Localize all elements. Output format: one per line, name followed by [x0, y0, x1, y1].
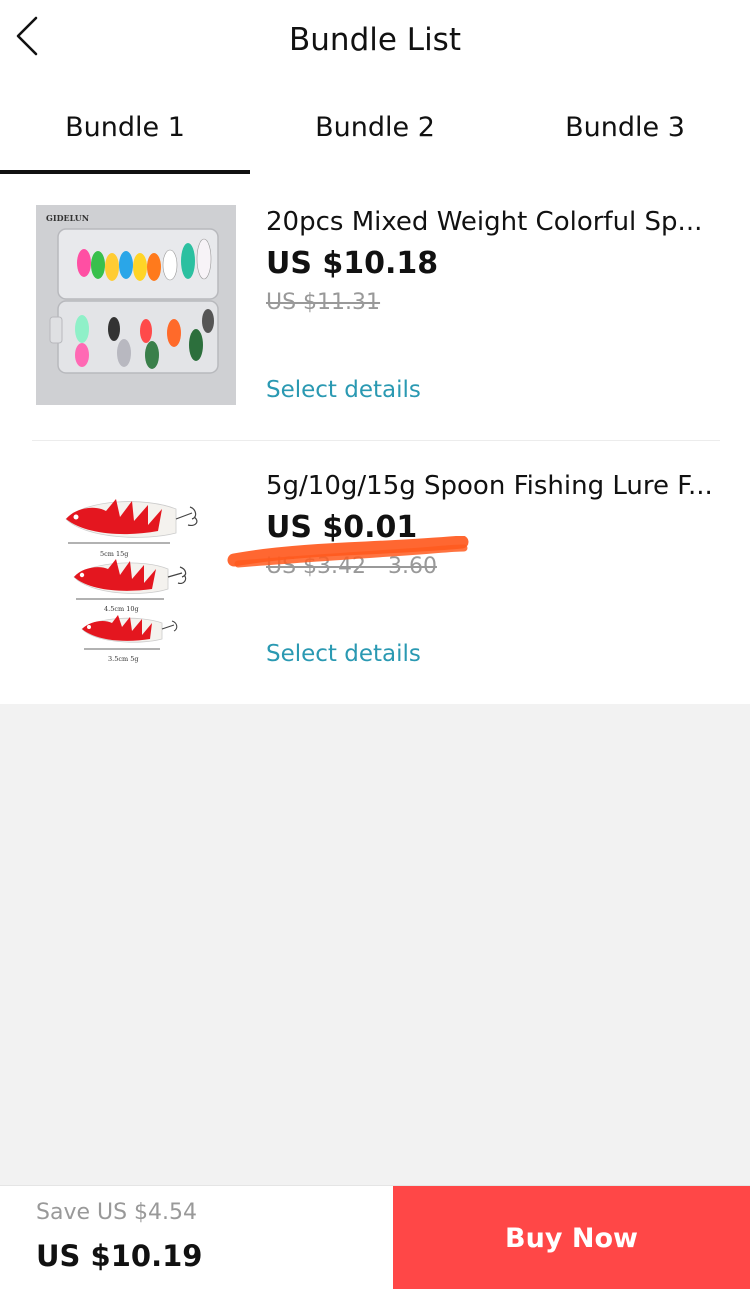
tab-bundle-3[interactable]: Bundle 3 — [500, 88, 750, 174]
product-image-vib-lure[interactable]: 5cm 15g 4.5cm 10g 3.5cm 5g — [36, 469, 236, 669]
savings-text: Save US $4.54 — [36, 1200, 198, 1225]
list-item[interactable]: GIDELUN 20pcs Mixed Weight Colorful Sp..… — [32, 174, 720, 441]
size-label: 3.5cm 5g — [108, 655, 139, 663]
bundle-price: US $0.01 — [266, 510, 418, 545]
original-price: US $11.31 — [266, 290, 381, 315]
checkout-bar: Save US $4.54 US $10.19 Buy Now — [0, 1185, 750, 1289]
original-price: US $3.42 - 3.60 — [266, 554, 437, 579]
product-image-spoon-lure-box[interactable]: GIDELUN — [36, 205, 236, 405]
total-price: US $10.19 — [36, 1239, 203, 1273]
bundle-list-page: Bundle List Bundle 1 Bundle 2 Bundle 3 G… — [0, 0, 750, 1289]
bundle-tabs: Bundle 1 Bundle 2 Bundle 3 — [0, 88, 750, 174]
top-bar: Bundle List — [0, 0, 750, 88]
bundle-price: US $10.18 — [266, 246, 439, 281]
brand-label: GIDELUN — [46, 213, 89, 223]
list-item[interactable]: 5cm 15g 4.5cm 10g 3.5cm 5g 5g/10g/15g Sp… — [32, 438, 720, 704]
buy-now-button[interactable]: Buy Now — [393, 1186, 750, 1289]
size-label: 4.5cm 10g — [104, 605, 139, 613]
bundle-item-list: GIDELUN 20pcs Mixed Weight Colorful Sp..… — [0, 174, 750, 704]
tab-bundle-1[interactable]: Bundle 1 — [0, 88, 250, 174]
select-details-link[interactable]: Select details — [266, 638, 421, 670]
size-label: 5cm 15g — [100, 550, 128, 558]
select-details-link[interactable]: Select details — [266, 374, 421, 406]
product-name[interactable]: 20pcs Mixed Weight Colorful Sp... — [266, 204, 718, 240]
tab-bundle-2[interactable]: Bundle 2 — [250, 88, 500, 174]
product-name[interactable]: 5g/10g/15g Spoon Fishing Lure F... — [266, 468, 718, 504]
page-title: Bundle List — [289, 22, 461, 58]
